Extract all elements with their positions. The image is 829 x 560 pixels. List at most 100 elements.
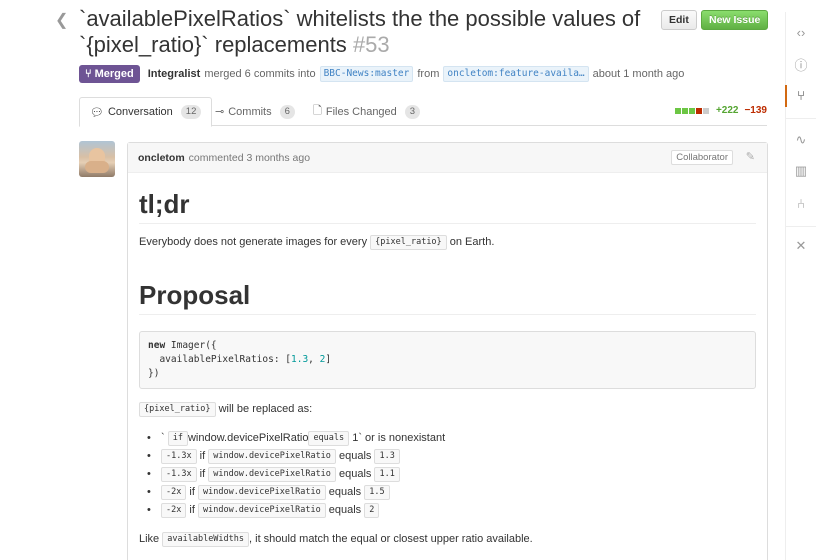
pr-number: #53 — [352, 32, 390, 57]
comment-author[interactable]: oncletom — [138, 152, 185, 164]
text: equals — [338, 468, 372, 480]
merged-text: merged 6 commits into — [204, 68, 316, 80]
pulse-icon[interactable]: ∿ — [793, 132, 809, 148]
tldr-paragraph: Everybody does not generate images for e… — [139, 234, 756, 250]
inline-code: {pixel_ratio} — [139, 401, 216, 417]
text: if — [199, 468, 206, 480]
file-diff-icon: 🗋︎ — [313, 105, 322, 117]
inline-code: if — [167, 430, 188, 446]
tab-count: 3 — [404, 104, 421, 119]
heading-proposal: Proposal — [139, 280, 756, 315]
inline-code: equals — [308, 430, 350, 446]
list-item: -1.3x if window.devicePixelRatio equals … — [139, 447, 756, 465]
list-item: ` ifwindow.devicePixelRatioequals 1` or … — [139, 429, 756, 447]
new-issue-button[interactable]: New Issue — [701, 10, 769, 30]
tab-commits[interactable]: ⊸ Commits 6 — [205, 97, 305, 126]
edit-button[interactable]: Edit — [661, 10, 697, 30]
inline-code: window.devicePixelRatio — [208, 466, 336, 482]
list-item: -1.3x if window.devicePixelRatio equals … — [139, 465, 756, 483]
diffstat-block — [688, 107, 695, 114]
like-paragraph: Like availableWidths, it should match th… — [139, 531, 756, 547]
tab-label: Files Changed — [325, 105, 397, 118]
merge-icon: ⑂ — [85, 68, 92, 80]
pr-tabs: 💬︎ Conversation 12 ⊸ Commits 6 🗋︎ Files … — [79, 97, 767, 127]
deletions-count: −139 — [744, 105, 767, 116]
merged-badge: ⑂ Merged — [79, 65, 140, 83]
merge-time: about 1 month ago — [592, 68, 685, 80]
inline-code: -1.3x — [161, 466, 197, 482]
code-keyword: new — [148, 340, 166, 351]
avatar[interactable] — [79, 141, 115, 177]
issue-icon[interactable]: ⓘ — [793, 58, 809, 74]
code-number: 1.3 — [291, 354, 309, 365]
inline-code: 1.3 — [374, 448, 400, 464]
code-icon[interactable]: ‹› — [793, 25, 809, 41]
pencil-icon[interactable]: ✎ — [746, 150, 755, 163]
inline-code: -2x — [161, 502, 187, 518]
code-text: , — [308, 354, 320, 365]
text: ` — [161, 432, 165, 444]
pr-meta: ⑂ Merged Integralist merged 6 commits in… — [79, 65, 684, 83]
inline-code: availableWidths — [162, 531, 250, 547]
active-indicator — [785, 85, 787, 107]
text: on Earth. — [449, 236, 495, 248]
text: 1` or is nonexistant — [352, 432, 446, 444]
tab-files-changed[interactable]: 🗋︎ Files Changed 3 — [303, 97, 430, 126]
text: , it should match the equal or closest u… — [249, 533, 533, 545]
code-text: ] — [325, 354, 332, 365]
inline-code: window.devicePixelRatio — [197, 502, 326, 518]
rail-divider — [786, 226, 816, 227]
commit-icon: ⊸ — [215, 106, 225, 118]
collaborator-badge: Collaborator — [671, 150, 733, 165]
inline-code: 2 — [364, 502, 380, 518]
code-block: new Imager({ availablePixelRatios: [1.3,… — [139, 331, 756, 389]
tab-count: 6 — [279, 104, 295, 119]
base-branch[interactable]: BBC-News:master — [319, 66, 414, 82]
comment-time: commented 3 months ago — [188, 151, 311, 164]
list-item: -2x if window.devicePixelRatio equals 1.… — [139, 483, 756, 501]
inline-code: -1.3x — [161, 448, 197, 464]
text: if — [199, 450, 206, 462]
code-text: availablePixelRatios: [ — [148, 354, 291, 365]
text: window.devicePixelRatio — [187, 432, 309, 444]
text: equals — [328, 486, 362, 498]
comment: oncletom commented 3 months ago Collabor… — [127, 142, 768, 560]
text: equals — [338, 450, 372, 462]
diffstat-block — [681, 107, 688, 114]
graph-icon[interactable]: ▥ — [793, 163, 809, 179]
network-icon[interactable]: ⑃ — [793, 196, 809, 212]
replacement-list: ` ifwindow.devicePixelRatioequals 1` or … — [139, 429, 756, 519]
page-title: `availablePixelRatios` whitelists the th… — [79, 6, 649, 58]
additions-count: +222 — [715, 105, 739, 116]
conversation-icon: 💬︎ — [90, 106, 104, 119]
merger-link[interactable]: Integralist — [148, 68, 201, 80]
back-chevron-icon[interactable]: ❮ — [55, 10, 68, 30]
merged-label: Merged — [94, 68, 134, 80]
text: if — [189, 486, 195, 498]
heading-tldr: tl;dr — [139, 189, 756, 224]
inline-code: -2x — [161, 484, 187, 500]
code-text: Imager({ — [165, 340, 217, 351]
diffstat: +222 −139 — [674, 105, 767, 116]
comment-header: oncletom commented 3 months ago Collabor… — [128, 143, 767, 173]
comment-body: tl;dr Everybody does not generate images… — [128, 189, 767, 547]
diffstat-block — [674, 107, 681, 114]
text: if — [189, 504, 195, 516]
head-branch[interactable]: oncletom:feature-availa… — [443, 66, 589, 82]
settings-icon[interactable]: ✕ — [793, 238, 809, 254]
rail-divider — [786, 118, 816, 119]
tab-label: Commits — [228, 105, 272, 118]
inline-code: {pixel_ratio} — [370, 234, 447, 250]
text: Like — [139, 533, 160, 545]
avatar-hands — [85, 161, 109, 173]
repo-nav-rail: ‹› ⓘ ⑂ ∿ ▥ ⑃ ✕ — [785, 12, 816, 560]
tab-conversation[interactable]: 💬︎ Conversation 12 — [79, 97, 213, 127]
text: will be replaced as: — [218, 403, 313, 415]
inline-code: window.devicePixelRatio — [197, 484, 326, 500]
diffstat-block — [702, 107, 709, 114]
inline-code: 1.5 — [364, 484, 390, 500]
pull-request-icon[interactable]: ⑂ — [793, 88, 809, 104]
from-text: from — [417, 68, 440, 80]
text: Everybody does not generate images for e… — [139, 236, 368, 248]
replaced-paragraph: {pixel_ratio} will be replaced as: — [139, 401, 756, 417]
